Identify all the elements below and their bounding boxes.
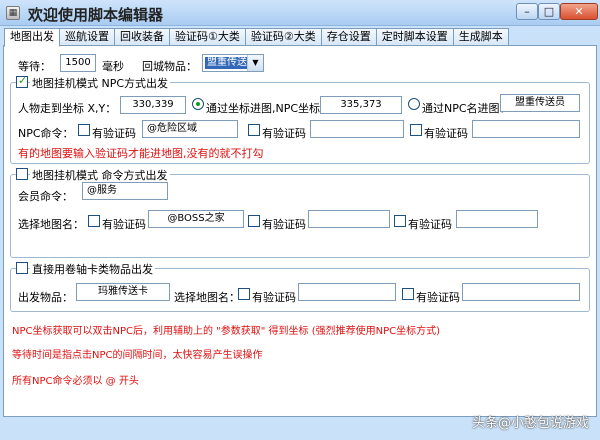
title-bar: ▦ 欢迎使用脚本编辑器 – □ ✕ (0, 0, 600, 26)
scroll-map-name-label: 选择地图名： (174, 291, 240, 304)
npc-cmd3-captcha-checkbox[interactable] (410, 124, 422, 136)
app-icon: ▦ (6, 6, 20, 20)
main-panel: 等待： 1500 毫秒 回城物品： 盟重传送石 ▼ 地图挂机模式 NPC方式出发… (3, 45, 597, 417)
map1-captcha-label: 有验证码 (102, 218, 146, 231)
npc-cmd2-captcha-checkbox[interactable] (248, 124, 260, 136)
tab-map-depart[interactable]: 地图出发 (4, 28, 60, 47)
npc-cmd1-input[interactable]: @危险区域 (142, 120, 238, 138)
scroll-map1-input[interactable] (298, 283, 396, 301)
tab-storage-settings[interactable]: 存仓设置 (320, 28, 377, 46)
npc-mode-title: 地图挂机模式 NPC方式出发 (30, 75, 171, 91)
npc-cmd3-input[interactable] (472, 120, 580, 138)
npc-name-input[interactable]: 盟重传送员 (500, 94, 580, 112)
map2-captcha-checkbox[interactable] (248, 215, 260, 227)
npc-cmd3-captcha-label: 有验证码 (424, 127, 468, 140)
minimize-button[interactable]: – (516, 3, 538, 20)
watermark: 头条@小憨包说游戏 (472, 416, 590, 431)
map2-input[interactable] (308, 210, 390, 228)
tab-recycle-equipment[interactable]: 回收装备 (114, 28, 170, 46)
via-name-radio[interactable] (408, 98, 420, 110)
coord-label: 人物走到坐标 X,Y： (18, 102, 117, 115)
tab-timed-script-settings[interactable]: 定时脚本设置 (375, 28, 454, 46)
tab-captcha-category-2[interactable]: 验证码②大类 (244, 28, 322, 46)
command-mode-checkbox[interactable] (16, 168, 28, 180)
depart-item-label: 出发物品： (18, 291, 73, 304)
coord-input[interactable]: 330,339 (120, 96, 186, 114)
npc-coord-input[interactable]: 335,373 (320, 96, 402, 114)
npc-cmd2-input[interactable] (310, 120, 404, 138)
map3-captcha-label: 有验证码 (408, 218, 452, 231)
scroll-map1-captcha-checkbox[interactable] (238, 288, 250, 300)
close-button[interactable]: ✕ (560, 3, 598, 20)
via-coord-label: 通过坐标进图,NPC坐标： (206, 102, 332, 115)
npc-cmd1-captcha-label: 有验证码 (92, 127, 136, 140)
npc-cmd-label: NPC命令： (18, 127, 74, 140)
map3-captcha-checkbox[interactable] (394, 215, 406, 227)
npc-mode-checkbox[interactable] (16, 74, 28, 88)
note-wait-time: 等待时间是指点击NPC的间隔时间，太快容易产生误操作 (12, 350, 263, 361)
tab-cruise-settings[interactable]: 巡航设置 (59, 28, 115, 46)
via-name-label: 通过NPC名进图： (422, 102, 511, 115)
map2-captcha-label: 有验证码 (262, 218, 306, 231)
chevron-down-icon[interactable]: ▼ (247, 55, 263, 71)
wait-label: 等待： (18, 60, 51, 73)
member-cmd-input[interactable]: @服务 (82, 182, 168, 200)
wait-input[interactable]: 1500 (60, 54, 96, 72)
maximize-button[interactable]: □ (538, 3, 560, 20)
note-npc-command: 所有NPC命令必须以 @ 开头 (12, 376, 139, 387)
member-cmd-label: 会员命令： (18, 190, 73, 203)
scroll-map2-input[interactable] (462, 283, 580, 301)
command-mode-title: 地图挂机模式 命令方式出发 (30, 167, 170, 183)
scroll-mode-title: 直接用卷轴卡类物品出发 (30, 261, 155, 277)
window-title: 欢迎使用脚本编辑器 (28, 6, 164, 24)
map1-input[interactable]: @BOSS之家 (148, 210, 244, 228)
note-npc-coord: NPC坐标获取可以双击NPC后，利用辅助上的 "参数获取" 得到坐标 (强烈推荐… (12, 326, 441, 337)
via-coord-radio[interactable] (192, 98, 204, 110)
depart-item-input[interactable]: 玛雅传送卡 (76, 283, 170, 301)
scroll-map2-captcha-label: 有验证码 (416, 291, 460, 304)
map-name-label: 选择地图名： (18, 218, 84, 231)
tab-bar: 地图出发 巡航设置 回收装备 验证码①大类 验证码②大类 存仓设置 定时脚本设置… (4, 28, 509, 47)
return-item-select[interactable]: 盟重传送石 ▼ (202, 54, 264, 72)
return-item-label: 回城物品： (142, 60, 197, 73)
map1-captcha-checkbox[interactable] (88, 215, 100, 227)
map3-input[interactable] (456, 210, 538, 228)
npc-cmd1-captcha-checkbox[interactable] (78, 124, 90, 136)
npc-cmd2-captcha-label: 有验证码 (262, 127, 306, 140)
scroll-mode-checkbox[interactable] (16, 262, 28, 274)
npc-mode-warning: 有的地图要输入验证码才能进地图,没有的就不打勾 (18, 147, 264, 160)
wait-unit: 毫秒 (102, 60, 124, 73)
tab-captcha-category-1[interactable]: 验证码①大类 (169, 28, 246, 46)
scroll-map2-captcha-checkbox[interactable] (402, 288, 414, 300)
tab-generate-script[interactable]: 生成脚本 (452, 28, 509, 46)
scroll-map1-captcha-label: 有验证码 (252, 291, 296, 304)
